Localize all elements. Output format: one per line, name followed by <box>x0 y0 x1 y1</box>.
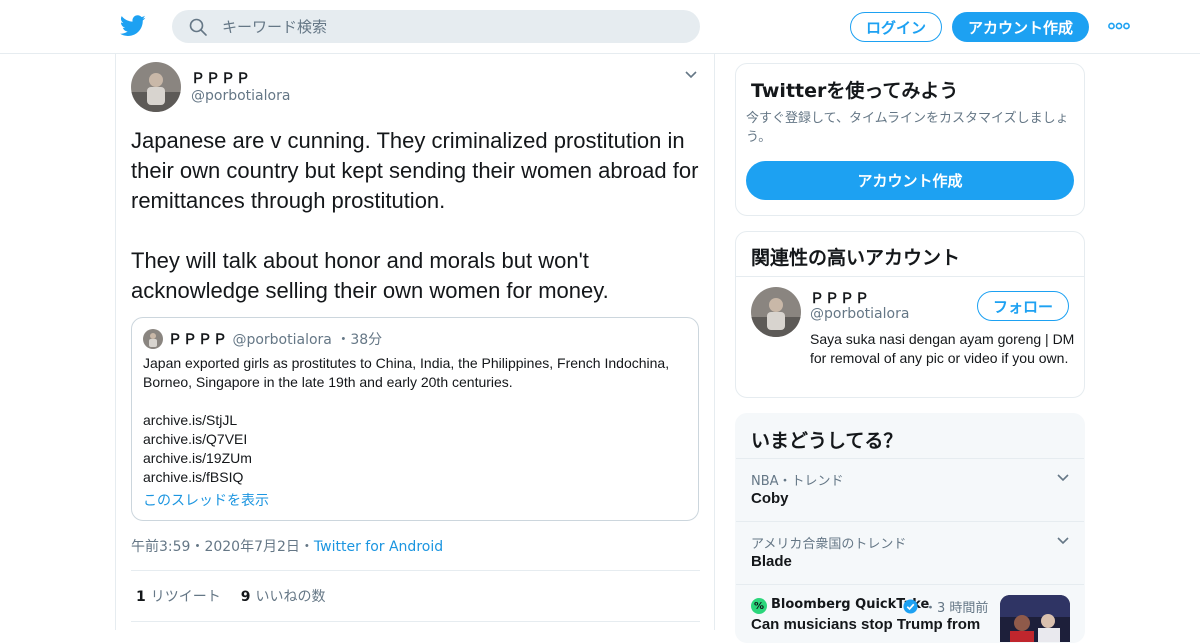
chevron-down-icon[interactable] <box>1056 473 1070 483</box>
search-bar[interactable] <box>172 10 700 43</box>
show-thread-link[interactable]: このスレッドを表示 <box>143 490 269 510</box>
trend-item[interactable]: NBA・トレンド Coby <box>736 458 1084 521</box>
tweet-stats: 1 リツイート 9 いいねの数 <box>136 586 326 606</box>
tweet-column: ＰＰＰＰ @porbotialora Japanese are v cunnin… <box>115 54 715 630</box>
likes-stat[interactable]: 9 いいねの数 <box>241 589 326 605</box>
related-account-avatar[interactable] <box>751 287 801 337</box>
news-thumbnail <box>1000 595 1070 642</box>
quote-time: 38分 <box>350 332 383 348</box>
retweets-count: 1 <box>136 589 146 605</box>
divider <box>736 276 1084 277</box>
tweet-text: Japanese are v cunning. They criminalize… <box>131 128 699 303</box>
chevron-down-icon[interactable] <box>1056 536 1070 546</box>
author-name[interactable]: ＰＰＰＰ <box>191 68 251 88</box>
login-button[interactable]: ログイン <box>850 12 942 42</box>
tweet-time[interactable]: 午前3:59 <box>131 539 190 555</box>
trends-card: いまどうしてる？ NBA・トレンド Coby アメリカ合衆国のトレンド Blad… <box>735 413 1085 643</box>
search-icon <box>189 18 207 36</box>
divider <box>131 621 700 622</box>
related-account-bio: Saya suka nasi dengan ayam goreng | DM f… <box>810 331 1075 366</box>
news-time: ・3 時間前 <box>924 597 988 616</box>
avatar-photo-icon <box>131 62 181 112</box>
twitter-bird-icon[interactable] <box>120 14 146 38</box>
search-input[interactable] <box>222 10 682 43</box>
signup-card: Twitterを使ってみよう 今すぐ登録して、タイムラインをカスタマイズしましょ… <box>735 63 1085 216</box>
retweets-stat[interactable]: 1 リツイート <box>136 589 221 605</box>
trend-item[interactable]: アメリカ合衆国のトレンド Blade <box>736 521 1084 584</box>
trend-meta: NBA・トレンド <box>751 474 844 489</box>
trend-meta: アメリカ合衆国のトレンド <box>751 537 907 552</box>
separator-dot: ・ <box>924 601 938 616</box>
divider <box>131 570 700 571</box>
retweets-label: リツイート <box>150 589 221 605</box>
avatar-photo-icon <box>751 287 801 337</box>
verified-badge-icon <box>903 599 918 614</box>
chevron-down-icon[interactable] <box>684 70 698 80</box>
quote-author-name: ＰＰＰＰ <box>168 332 228 348</box>
trend-name: Blade <box>751 553 792 570</box>
separator-dot: ・ <box>299 539 314 555</box>
signup-card-description: 今すぐ登録して、タイムラインをカスタマイズしましょう。 <box>746 111 1069 145</box>
news-time-value: 3 時間前 <box>937 601 989 616</box>
author-handle[interactable]: @porbotialora <box>191 88 290 104</box>
trends-title: いまどうしてる？ <box>751 430 903 452</box>
signup-card-button[interactable]: アカウント作成 <box>746 161 1074 200</box>
tweet-source-link[interactable]: Twitter for Android <box>314 539 443 555</box>
top-bar: ログイン アカウント作成 <box>0 0 1200 54</box>
likes-label: いいねの数 <box>255 589 326 605</box>
quote-avatar <box>143 329 163 349</box>
avatar-photo-icon <box>143 329 163 349</box>
news-title: Can musicians stop Trump from <box>751 616 981 633</box>
related-accounts-card: 関連性の高いアカウント ＰＰＰＰ @porbotialora フォロー Saya… <box>735 231 1085 398</box>
quote-header: ＰＰＰＰ @porbotialora ・38分 <box>168 329 382 349</box>
signup-card-title: Twitterを使ってみよう <box>751 80 959 102</box>
news-source-icon: % <box>751 598 767 614</box>
signup-button[interactable]: アカウント作成 <box>952 12 1089 42</box>
tweet-date[interactable]: 2020年7月2日 <box>204 539 299 555</box>
separator-dot: ・ <box>336 332 351 348</box>
follow-button[interactable]: フォロー <box>977 291 1069 321</box>
news-item[interactable]: % Bloomberg QuickTake ・3 時間前 Can musicia… <box>736 584 1084 642</box>
more-dots-icon[interactable] <box>1108 22 1130 30</box>
tweet-metadata: 午前3:59・2020年7月2日・Twitter for Android <box>131 536 443 556</box>
related-accounts-title: 関連性の高いアカウント <box>751 247 961 269</box>
quote-text: Japan exported girls as prostitutes to C… <box>143 355 670 485</box>
quote-author-handle: @porbotialora <box>232 332 332 348</box>
trend-name: Coby <box>751 490 789 507</box>
separator-dot: ・ <box>190 539 205 555</box>
related-account-name[interactable]: ＰＰＰＰ <box>810 288 870 308</box>
news-photo-icon <box>1000 595 1070 642</box>
likes-count: 9 <box>240 589 251 605</box>
quoted-tweet[interactable]: ＰＰＰＰ @porbotialora ・38分 Japan exported g… <box>131 317 699 521</box>
avatar[interactable] <box>131 62 181 112</box>
related-account-handle[interactable]: @porbotialora <box>810 306 909 322</box>
